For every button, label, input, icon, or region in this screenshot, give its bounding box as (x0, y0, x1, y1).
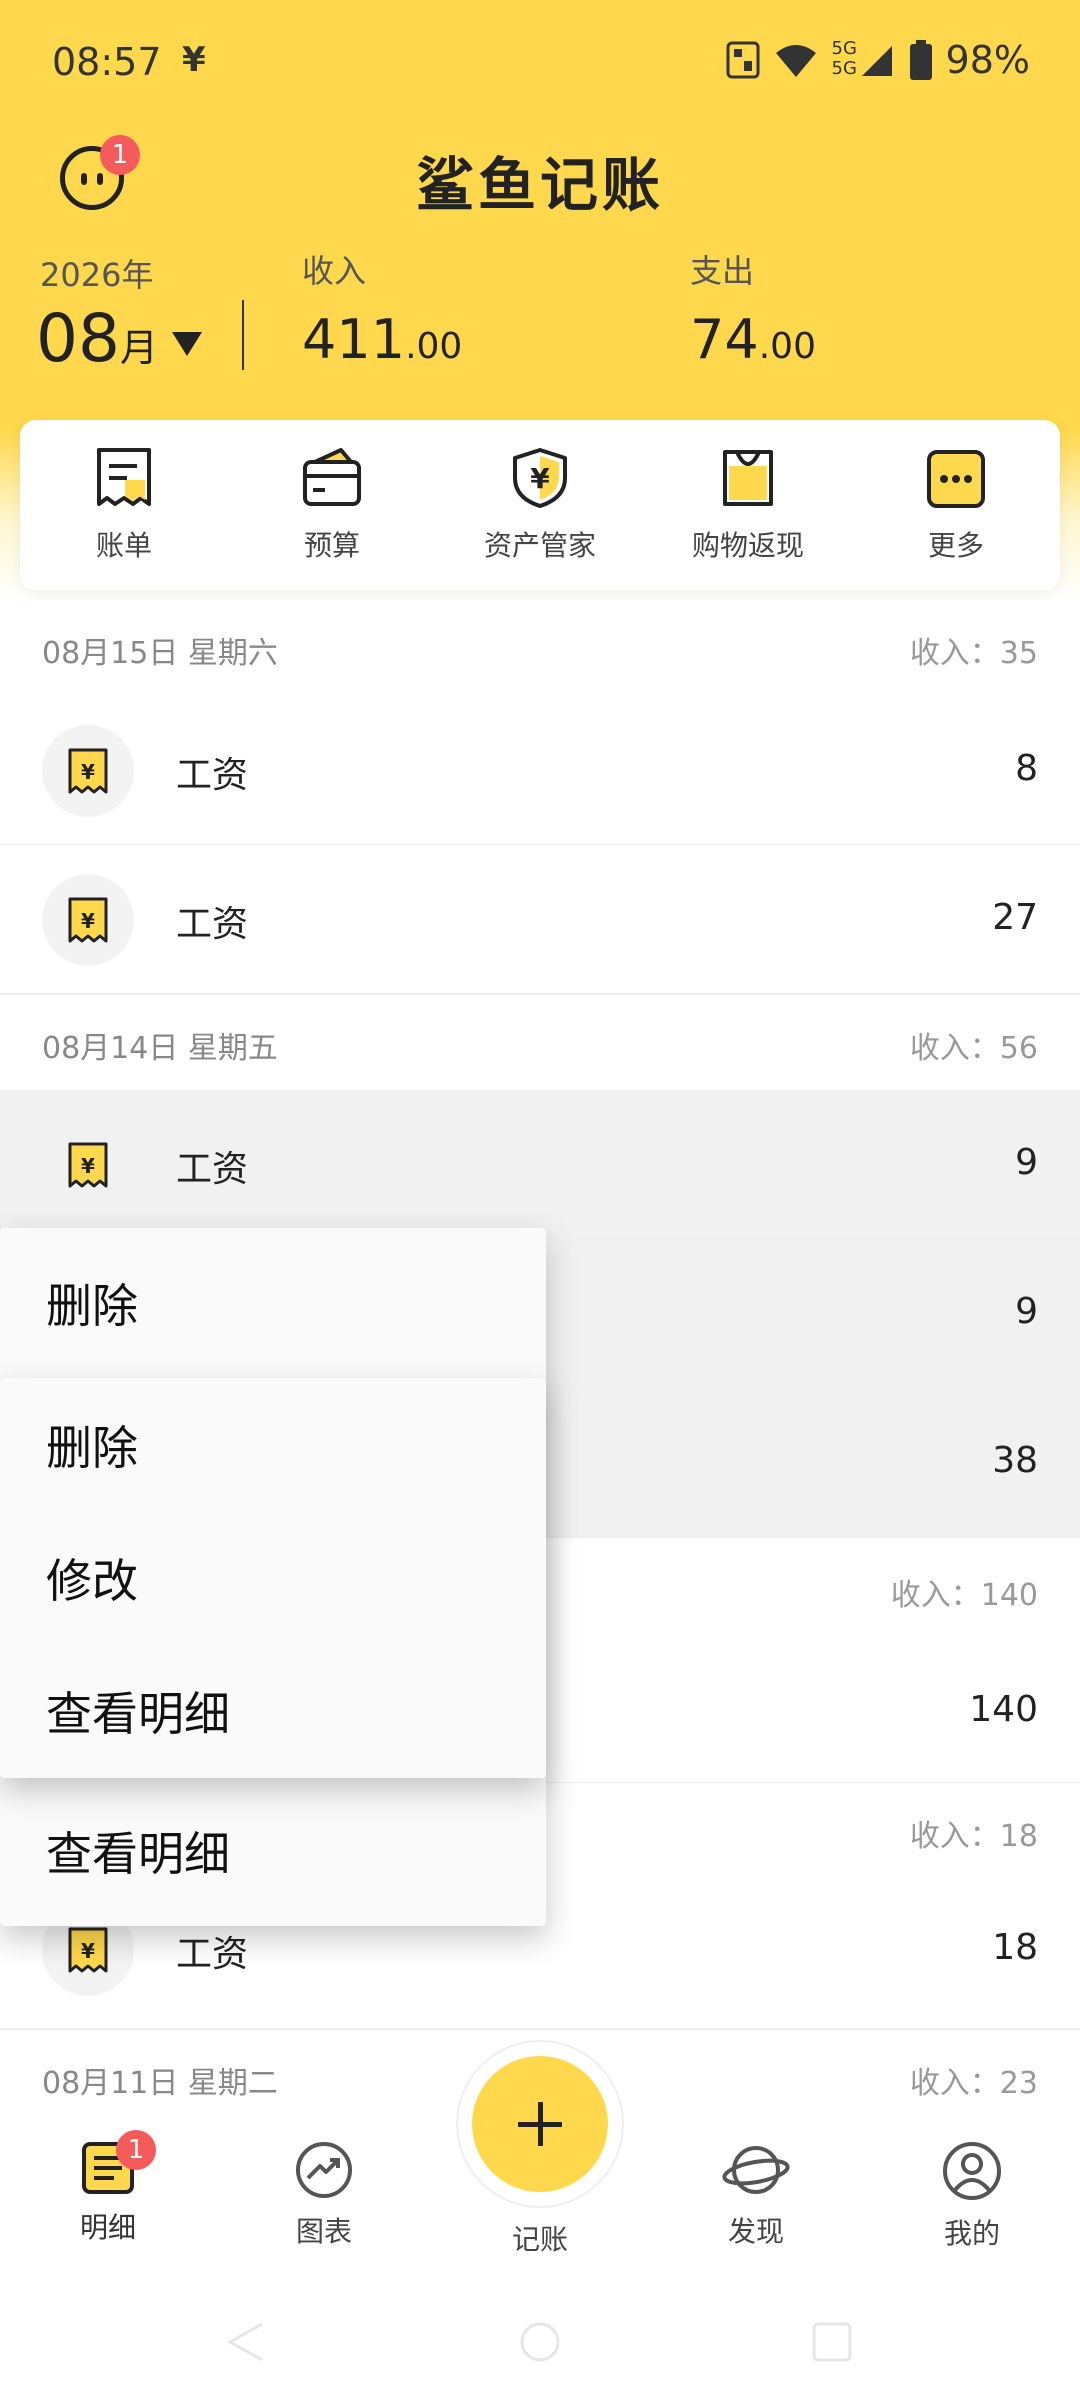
expense-label: 支出 (690, 252, 755, 290)
day-date: 08月11日 星期二 (42, 2066, 278, 2101)
svg-text:¥: ¥ (81, 1154, 95, 1178)
menu-item-view-details[interactable]: 查看明细 (0, 1776, 546, 1926)
battery-icon (909, 40, 932, 80)
quick-action-more[interactable]: 更多 (852, 420, 1060, 590)
quick-action-label: 预算 (303, 529, 360, 562)
quick-action-budget[interactable]: 预算 (228, 420, 436, 590)
svg-text:¥: ¥ (81, 909, 95, 933)
menu-item-view-details[interactable]: 查看明细 (0, 1644, 546, 1777)
income-value: 411.00 (302, 308, 463, 371)
month-summary: 2026年 08月 收入 411.00 支出 74.00 (0, 240, 1080, 400)
context-menu: 删除 修改 查看明细 (0, 1378, 546, 1778)
wallet-icon (303, 448, 361, 506)
month-selector[interactable]: 08月 (36, 300, 158, 377)
menu-item-delete[interactable]: 删除 (0, 1378, 546, 1511)
day-header: 08月14日 星期五 收入：56 (0, 994, 1080, 1090)
quick-actions-card: 账单 预算 ¥ 资产管家 购物返现 更多 (20, 420, 1060, 590)
quick-action-label: 购物返现 (691, 529, 804, 562)
transaction-amount: 8 (1015, 748, 1038, 789)
transaction-amount: 27 (992, 897, 1038, 938)
signal-icon: 5G 5G (832, 38, 896, 80)
home-icon[interactable] (518, 2320, 562, 2364)
svg-text:¥: ¥ (81, 760, 95, 784)
salary-receipt-icon: ¥ (68, 1927, 108, 1973)
day-summary: 收入：35 (909, 636, 1038, 671)
shield-yen-icon: ¥ (513, 448, 567, 508)
status-time: 08:57 (52, 40, 162, 84)
recents-icon[interactable] (810, 2320, 854, 2364)
quick-action-label: 资产管家 (483, 529, 596, 562)
day-summary: 收入：23 (909, 2066, 1038, 2101)
transaction-amount: 9 (1015, 1291, 1038, 1332)
chart-icon (296, 2142, 352, 2198)
app-header: 1 鲨鱼记账 (0, 120, 1080, 240)
salary-receipt-icon: ¥ (68, 897, 108, 943)
back-icon[interactable] (222, 2320, 266, 2364)
day-summary: 收入：18 (909, 1819, 1038, 1854)
summary-divider (242, 300, 244, 370)
transaction-amount: 9 (1015, 1142, 1038, 1183)
transaction-category: 工资 (176, 755, 249, 796)
salary-receipt-icon: ¥ (68, 748, 108, 794)
battery-percent: 98% (945, 38, 1030, 82)
transaction-row[interactable]: ¥ 工资 27 (0, 845, 1080, 994)
transaction-amount: 18 (992, 1927, 1038, 1968)
menu-item-edit[interactable]: 修改 (0, 1511, 546, 1644)
transaction-amount: 38 (992, 1440, 1038, 1481)
planet-icon (722, 2146, 790, 2194)
nav-badge: 1 (116, 2130, 156, 2170)
transaction-category: 工资 (176, 1934, 249, 1975)
quick-action-shopping[interactable]: 购物返现 (644, 420, 852, 590)
bill-icon (97, 448, 151, 506)
menu-item-delete[interactable]: 删除 (0, 1228, 546, 1378)
transaction-amount: 140 (969, 1689, 1038, 1730)
add-record-button[interactable] (472, 2056, 608, 2192)
system-nav-bar (0, 2280, 1080, 2400)
month-number: 08 (36, 300, 120, 377)
shopping-bag-icon (723, 450, 773, 506)
salary-receipt-icon: ¥ (68, 1142, 108, 1188)
quick-action-label: 账单 (95, 529, 152, 562)
profile-icon (943, 2142, 1001, 2200)
year-label: 2026年 (40, 256, 154, 294)
wifi-icon (775, 45, 816, 77)
transaction-category: 工资 (176, 904, 249, 945)
nfc-icon (726, 41, 760, 79)
expense-value: 74.00 (690, 308, 816, 371)
app-title: 鲨鱼记账 (415, 151, 664, 219)
category-icon-circle: ¥ (42, 1119, 134, 1211)
quick-action-label: 更多 (927, 529, 984, 562)
transaction-row[interactable]: ¥ 工资 8 (0, 696, 1080, 845)
category-icon-circle: ¥ (42, 874, 134, 966)
day-header: 08月15日 星期六 收入：35 (0, 600, 1080, 696)
quick-action-bill[interactable]: 账单 (20, 420, 228, 590)
more-icon (927, 450, 985, 508)
plus-icon-vertical (538, 2102, 543, 2146)
day-date: 08月14日 星期五 (42, 1031, 278, 1066)
transaction-category: 工资 (176, 1149, 249, 1190)
add-record-label: 记账 (511, 2223, 568, 2256)
day-date: 08月15日 星期六 (42, 636, 278, 671)
quick-action-assets[interactable]: ¥ 资产管家 (436, 420, 644, 590)
transaction-row[interactable]: ¥ 工资 9 (0, 1090, 1080, 1239)
status-icons: 5G 5G 98% (726, 38, 1030, 82)
income-label: 收入 (302, 252, 367, 290)
svg-text:¥: ¥ (530, 462, 550, 495)
day-summary: 收入：56 (909, 1031, 1038, 1066)
month-unit: 月 (119, 326, 158, 370)
status-bar: 08:57 ¥ 5G 5G 98% (0, 0, 1080, 120)
svg-text:¥: ¥ (81, 1939, 95, 1963)
category-icon-circle: ¥ (42, 725, 134, 817)
day-summary: 收入：140 (890, 1578, 1038, 1613)
caret-down-icon[interactable] (172, 332, 202, 356)
yen-icon: ¥ (182, 40, 206, 80)
